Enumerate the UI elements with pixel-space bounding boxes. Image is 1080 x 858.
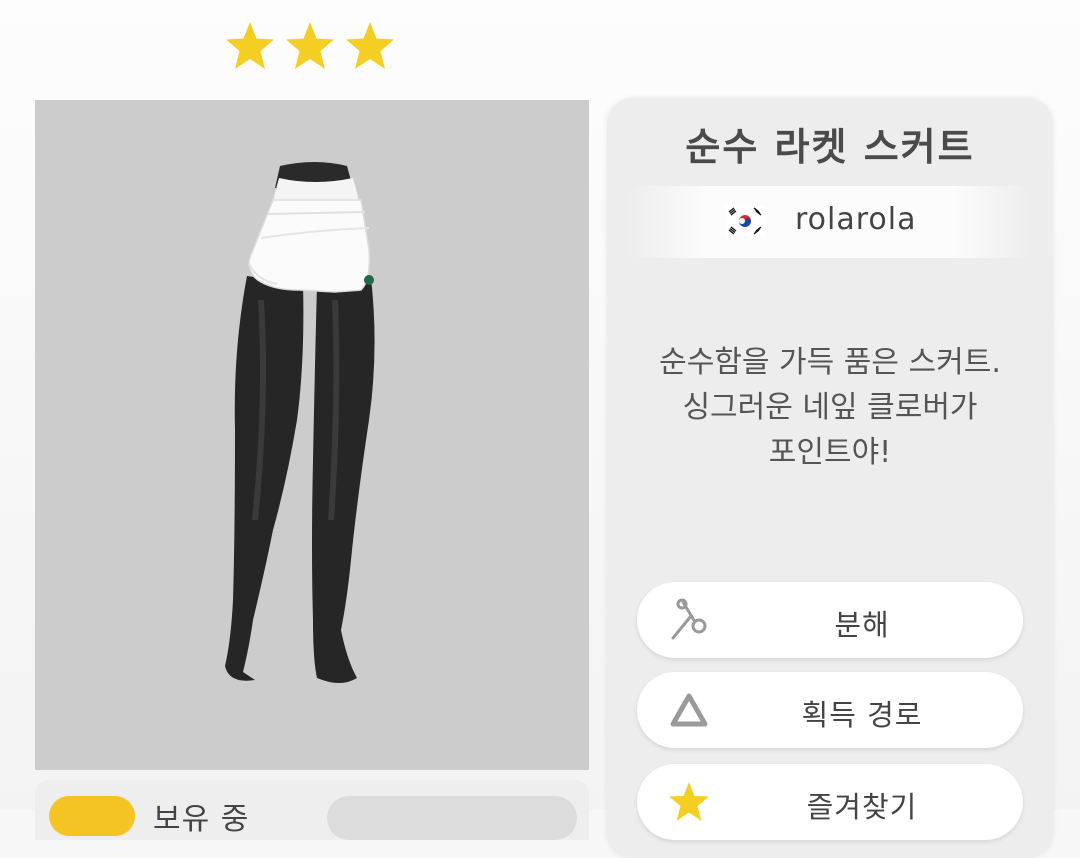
favorite-button[interactable]: 즐겨찾기	[637, 764, 1023, 840]
star-icon	[346, 22, 394, 69]
star-icon	[226, 22, 274, 69]
acquire-route-button[interactable]: 획득 경로	[637, 672, 1023, 748]
skirt-mannequin-image	[225, 162, 375, 683]
owned-label: 보유 중	[153, 802, 250, 837]
star-icon	[286, 22, 334, 69]
creator-name: rolarola	[795, 202, 917, 237]
owned-status-bar: 보유 중	[35, 780, 589, 840]
korea-flag-icon	[725, 206, 765, 236]
disassemble-label: 분해	[834, 608, 890, 642]
creator-row[interactable]: rolarola	[627, 186, 1033, 258]
item-info-panel: 순수 라켓 스커트 rolarola 순수함을 가득 품은 스커트. 싱그러운 …	[607, 98, 1053, 858]
item-description: 순수함을 가득 품은 스커트. 싱그러운 네잎 클로버가 포인트야!	[659, 345, 1001, 470]
item-title: 순수 라켓 스커트	[685, 125, 975, 169]
favorite-label: 즐겨찾기	[806, 790, 918, 824]
rating-stars	[222, 20, 402, 76]
item-preview	[35, 100, 589, 770]
owned-count-badge	[49, 796, 135, 836]
owned-action-pill[interactable]	[327, 796, 577, 840]
acquire-route-label: 획득 경로	[801, 698, 923, 732]
disassemble-button[interactable]: 분해	[637, 582, 1023, 658]
